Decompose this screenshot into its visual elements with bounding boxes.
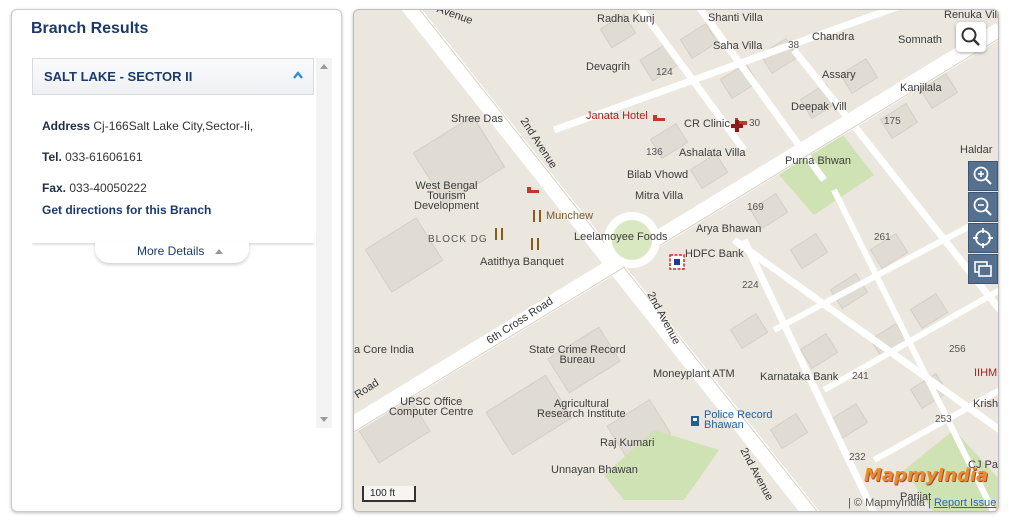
locate-me-button[interactable] bbox=[968, 223, 998, 253]
map-label: Police Record Bhawan bbox=[704, 409, 773, 431]
zoom-in-icon bbox=[973, 166, 992, 185]
map-label: West Bengal Tourism Development bbox=[414, 180, 479, 212]
map-number: 261 bbox=[874, 232, 891, 243]
copyright-text: | © MapmyIndia | bbox=[848, 497, 931, 509]
panel-title: Branch Results bbox=[31, 20, 149, 37]
map-label: Renuka Villa bbox=[944, 9, 998, 21]
map-label: Radha Kunj bbox=[597, 13, 655, 25]
scroll-down-icon[interactable] bbox=[320, 417, 328, 422]
map-search-button[interactable] bbox=[956, 22, 986, 52]
map-label: UPSC Office Computer Centre bbox=[389, 396, 474, 418]
map-label: Unnayan Bhawan bbox=[551, 464, 638, 476]
map-number: 38 bbox=[788, 40, 800, 51]
map-label: Janata Hotel bbox=[586, 110, 648, 122]
tel-value: 033-61606161 bbox=[65, 150, 143, 164]
fax-row: Fax. 033-40050222 bbox=[42, 181, 147, 195]
map-label: a Core India bbox=[354, 344, 414, 356]
map-label: Ashalata Villa bbox=[679, 147, 746, 159]
map-label: State Crime Record Bureau bbox=[529, 344, 626, 366]
hdfc-bank-marker-icon[interactable] bbox=[669, 254, 685, 270]
map-label: Devagrih bbox=[586, 61, 631, 73]
map-label: HDFC Bank bbox=[685, 248, 744, 260]
map-label: Haldar bbox=[960, 144, 993, 156]
map-label: Assary bbox=[822, 69, 856, 81]
branch-results-panel: Branch Results SALT LAKE - SECTOR II Add… bbox=[11, 9, 342, 512]
cr-clinic-cross-icon bbox=[731, 120, 743, 132]
map-label: Krish bbox=[973, 398, 999, 410]
map-label: Karnataka Bank bbox=[760, 371, 839, 383]
map-label: Shree Das bbox=[451, 113, 503, 125]
directions-link[interactable]: Get directions for this Branch bbox=[42, 203, 211, 217]
map-label: BLOCK DG bbox=[428, 234, 488, 245]
map-scale: 100 ft bbox=[362, 486, 416, 502]
address-row: Address Cj-166Salt Lake City,Sector-Ii, bbox=[42, 119, 253, 133]
address-value: Cj-166Salt Lake City,Sector-Ii, bbox=[93, 119, 254, 133]
search-icon bbox=[961, 27, 980, 46]
map-label: Bilab Vhowd bbox=[627, 169, 689, 181]
tourism-bed-icon bbox=[527, 187, 539, 193]
map-label: Purna Bhwan bbox=[785, 155, 852, 167]
map-number: 241 bbox=[852, 371, 869, 382]
munchew-restaurant-icon bbox=[533, 210, 541, 222]
caret-up-icon bbox=[215, 249, 223, 254]
map-label: Chandra bbox=[812, 31, 855, 43]
map-label: Somnath bbox=[898, 34, 943, 46]
scroll-up-icon[interactable] bbox=[320, 64, 328, 69]
branch-name: SALT LAKE - SECTOR II bbox=[44, 69, 193, 84]
fax-label: Fax. bbox=[42, 181, 67, 195]
map-label: Agricultural Research Institute bbox=[537, 398, 626, 420]
police-icon bbox=[691, 416, 699, 426]
map-label: Aatithya Banquet bbox=[480, 256, 564, 268]
chevron-up-icon[interactable] bbox=[293, 71, 303, 81]
layers-icon bbox=[974, 261, 992, 277]
address-label: Address bbox=[42, 119, 91, 133]
more-details-button[interactable]: More Details bbox=[95, 241, 249, 263]
map-number: 136 bbox=[646, 147, 663, 158]
map-label: Raj Kumari bbox=[600, 437, 655, 449]
map-number: 124 bbox=[656, 67, 673, 78]
report-issue-link[interactable]: Report Issue bbox=[934, 497, 996, 509]
banquet-restaurant-icon bbox=[531, 238, 539, 250]
map-label: Mitra Villa bbox=[635, 190, 684, 202]
janata-hotel-bed-icon bbox=[653, 115, 665, 121]
map-number: 253 bbox=[935, 414, 952, 425]
zoom-out-icon bbox=[973, 197, 992, 216]
zoom-in-button[interactable] bbox=[968, 161, 998, 191]
branch-header[interactable]: SALT LAKE - SECTOR II bbox=[32, 58, 314, 95]
map-label: Leelamoyee Foods bbox=[574, 231, 668, 243]
map-number: 175 bbox=[884, 116, 901, 127]
map-label: Munchew bbox=[546, 210, 594, 222]
tel-row: Tel. 033-61606161 bbox=[42, 150, 143, 164]
restaurant-icon bbox=[495, 228, 503, 240]
zoom-out-button[interactable] bbox=[968, 192, 998, 222]
map-number: 256 bbox=[949, 344, 966, 355]
map-attribution: | © MapmyIndia | Report Issue bbox=[848, 497, 996, 509]
map-view[interactable]: Radha Kunj Shanti Villa Chandra Renuka V… bbox=[353, 9, 999, 512]
map-label: Arya Bhawan bbox=[696, 223, 762, 235]
branch-list: SALT LAKE - SECTOR II Address Cj-166Salt… bbox=[32, 58, 332, 430]
fax-value: 033-40050222 bbox=[69, 181, 147, 195]
map-label: Saha Villa bbox=[713, 40, 763, 52]
list-scrollbar[interactable] bbox=[316, 58, 332, 428]
mapmyindia-logo: MapmyIndia bbox=[864, 465, 989, 486]
more-details-label: More Details bbox=[137, 244, 205, 258]
layers-button[interactable] bbox=[968, 254, 998, 284]
map-label: IIHM bbox=[974, 367, 998, 379]
map-number: 232 bbox=[849, 452, 866, 463]
map-label: CR Clinic bbox=[684, 118, 730, 130]
map-number: 169 bbox=[747, 202, 764, 213]
scrollbar-track[interactable] bbox=[318, 74, 330, 404]
scale-label: 100 ft bbox=[370, 488, 396, 499]
map-number: 224 bbox=[742, 280, 759, 291]
map-label: Deepak Vill bbox=[791, 101, 847, 113]
crosshair-icon bbox=[973, 228, 993, 248]
map-label: Moneyplant ATM bbox=[653, 368, 735, 380]
tel-label: Tel. bbox=[42, 150, 62, 164]
map-number: 30 bbox=[749, 118, 761, 129]
map-label: Shanti Villa bbox=[708, 12, 763, 24]
map-label: Kanjilala bbox=[900, 82, 942, 94]
